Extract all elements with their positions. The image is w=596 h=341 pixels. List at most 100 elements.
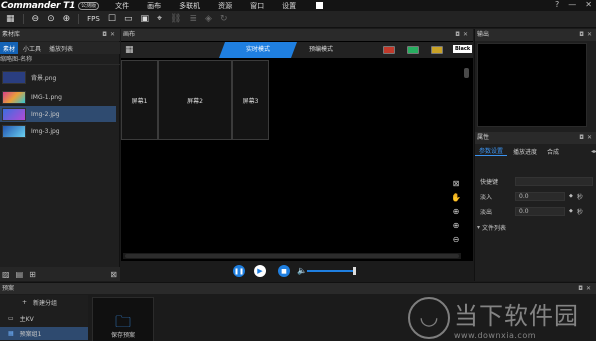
tree-header: 缩略图-名称 [0, 55, 120, 65]
stop-button[interactable]: ■ [278, 265, 290, 277]
folder-icon[interactable]: ▤ [16, 270, 24, 279]
tab-assets[interactable]: 素材 [0, 42, 19, 54]
menu-canvas[interactable]: 画布 [147, 1, 161, 11]
scroll-thumb[interactable] [125, 254, 459, 258]
tab-arrows-icon[interactable]: ◂▸ [591, 148, 596, 155]
black-button[interactable]: Black [453, 45, 473, 53]
new-group-button[interactable]: + 新建分组 [0, 296, 88, 309]
list-item[interactable]: 背景.png [0, 69, 116, 85]
mode-live-button[interactable]: 实时模式 [219, 42, 297, 58]
zoom-out-icon[interactable]: ⊖ [453, 235, 460, 244]
vertical-scrollbar[interactable] [463, 60, 471, 260]
delete-icon[interactable]: ⊠ [110, 270, 117, 279]
screen-icon: ▭ [8, 315, 14, 322]
fade-out-label: 淡出 [480, 208, 493, 216]
new-group-label: 新建分组 [33, 300, 58, 307]
stack-icon[interactable]: ≣ [189, 14, 197, 24]
refresh-icon[interactable]: ↻ [220, 14, 228, 24]
fade-in-stepper[interactable]: ◆ [569, 193, 573, 199]
plus-icon: + [22, 299, 28, 306]
scroll-thumb[interactable] [464, 68, 469, 78]
tab-progress[interactable]: 播放进度 [509, 147, 541, 156]
help-button[interactable]: ? [555, 0, 559, 9]
panel-controls-icon[interactable]: ◘✕ [579, 29, 595, 41]
add-icon[interactable]: ⊞ [29, 270, 36, 279]
thumbnail [2, 90, 26, 104]
grid-layout-icon[interactable]: ▦ [125, 45, 134, 55]
zoom-in-icon[interactable]: ⊕ [63, 14, 71, 24]
file-name: Img-3.jpg [31, 127, 60, 135]
list-item[interactable]: Img-3.jpg [0, 123, 116, 139]
panel-title: 输出 [477, 31, 490, 38]
layout-icon[interactable]: ▣ [140, 14, 149, 24]
grid-icon: ▦ [8, 330, 14, 337]
play-button[interactable]: ▶ [254, 265, 266, 277]
fade-out-unit: 秒 [576, 208, 583, 216]
shortcut-field[interactable] [515, 176, 593, 186]
list-item[interactable]: IMG-1.png [0, 89, 116, 105]
panel-title: 画布 [123, 31, 136, 38]
tab-playlist[interactable]: 播放列表 [46, 42, 76, 54]
mode-preview-button[interactable]: 预编模式 [309, 42, 333, 58]
horizontal-scrollbar[interactable] [123, 253, 461, 259]
volume-slider[interactable] [307, 270, 355, 272]
screen-label: 屏幕1 [131, 97, 148, 105]
window-controls: ? — ✕ [555, 0, 592, 9]
close-button[interactable]: ✕ [585, 0, 592, 9]
list-item-selected[interactable]: ▦ 预案组1 [0, 327, 88, 340]
asset-tabs: 素材 小工具 播放列表 [0, 42, 120, 54]
menu-window[interactable]: 窗口 [250, 1, 264, 11]
zoom-out-icon[interactable]: ⊖ [32, 14, 40, 24]
screen-3[interactable]: 屏幕3 [232, 60, 269, 140]
panel-controls-icon[interactable]: ◘✕ [102, 29, 118, 41]
mode-bar: ▦ 实时模式 预编模式 Black [121, 42, 473, 58]
menu-settings[interactable]: 设置 [282, 1, 296, 11]
volume-icon[interactable]: 🔈 [297, 266, 307, 275]
panel-controls-icon[interactable]: ◘✕ [455, 29, 471, 41]
link-icon[interactable]: ⛓ [170, 14, 181, 24]
minimize-button[interactable]: — [568, 0, 576, 9]
fade-out-field[interactable]: 0.0 [515, 206, 565, 216]
list-item-selected[interactable]: Img-2.jpg [0, 106, 116, 122]
screen-2[interactable]: 屏幕2 [158, 60, 232, 140]
thumbnail [2, 70, 26, 84]
asset-footer: ▨ ▤ ⊞ ⊠ [0, 267, 120, 281]
panel-title: 属性 [477, 134, 490, 141]
white-square-icon[interactable] [316, 2, 324, 9]
pause-button[interactable]: ❚❚ [233, 265, 245, 277]
fit-icon[interactable]: ⊙ [47, 14, 55, 24]
output-preview [477, 43, 587, 127]
fade-out-stepper[interactable]: ◆ [569, 208, 573, 214]
tab-widgets[interactable]: 小工具 [20, 42, 44, 54]
monitor-icon[interactable]: ▭ [124, 14, 133, 24]
save-preset-tile[interactable]: 🗀 保存预案 [92, 297, 154, 341]
tab-composite[interactable]: 合成 [543, 147, 563, 156]
fit-screen-icon[interactable]: ⊠ [453, 179, 460, 188]
tab-params[interactable]: 参数设置 [475, 146, 508, 156]
red-layer-icon[interactable] [383, 46, 395, 54]
zoom-in-icon[interactable]: ⊕ [453, 207, 460, 216]
panel-controls-icon[interactable]: ◘✕ [579, 132, 595, 144]
green-layer-icon[interactable] [407, 46, 419, 54]
layers-icon[interactable]: ◈ [205, 14, 212, 24]
image-icon[interactable]: ▨ [2, 270, 10, 279]
menu-file[interactable]: 文件 [115, 1, 129, 11]
menu-resources[interactable]: 资源 [218, 1, 232, 11]
file-list-row[interactable]: ▾ 文件列表 [475, 221, 596, 233]
fade-in-unit: 秒 [576, 193, 583, 201]
volume-knob[interactable] [353, 267, 356, 275]
hand-icon[interactable]: ✋ [451, 193, 461, 202]
fade-in-field[interactable]: 0.0 [515, 191, 565, 201]
grid-icon[interactable]: ▦ [6, 14, 15, 24]
target-icon[interactable]: ⌖ [157, 14, 162, 24]
list-item[interactable]: ▭ 主KV [0, 312, 88, 325]
screen-icon[interactable]: ☐ [108, 14, 116, 24]
menu-multi[interactable]: 多联机 [179, 1, 200, 11]
yellow-layer-icon[interactable] [431, 46, 443, 54]
fps-toggle[interactable]: FPS [87, 15, 100, 23]
screen-1[interactable]: 屏幕1 [121, 60, 158, 140]
expand-icon[interactable]: ▾ [475, 224, 480, 231]
asset-library-panel: 素材库 ◘✕ 素材 小工具 播放列表 缩略图-名称 背景.png IMG-1.p… [0, 29, 120, 281]
zoom-in-icon[interactable]: ⊕ [453, 221, 460, 230]
group-name: 主KV [19, 316, 34, 323]
